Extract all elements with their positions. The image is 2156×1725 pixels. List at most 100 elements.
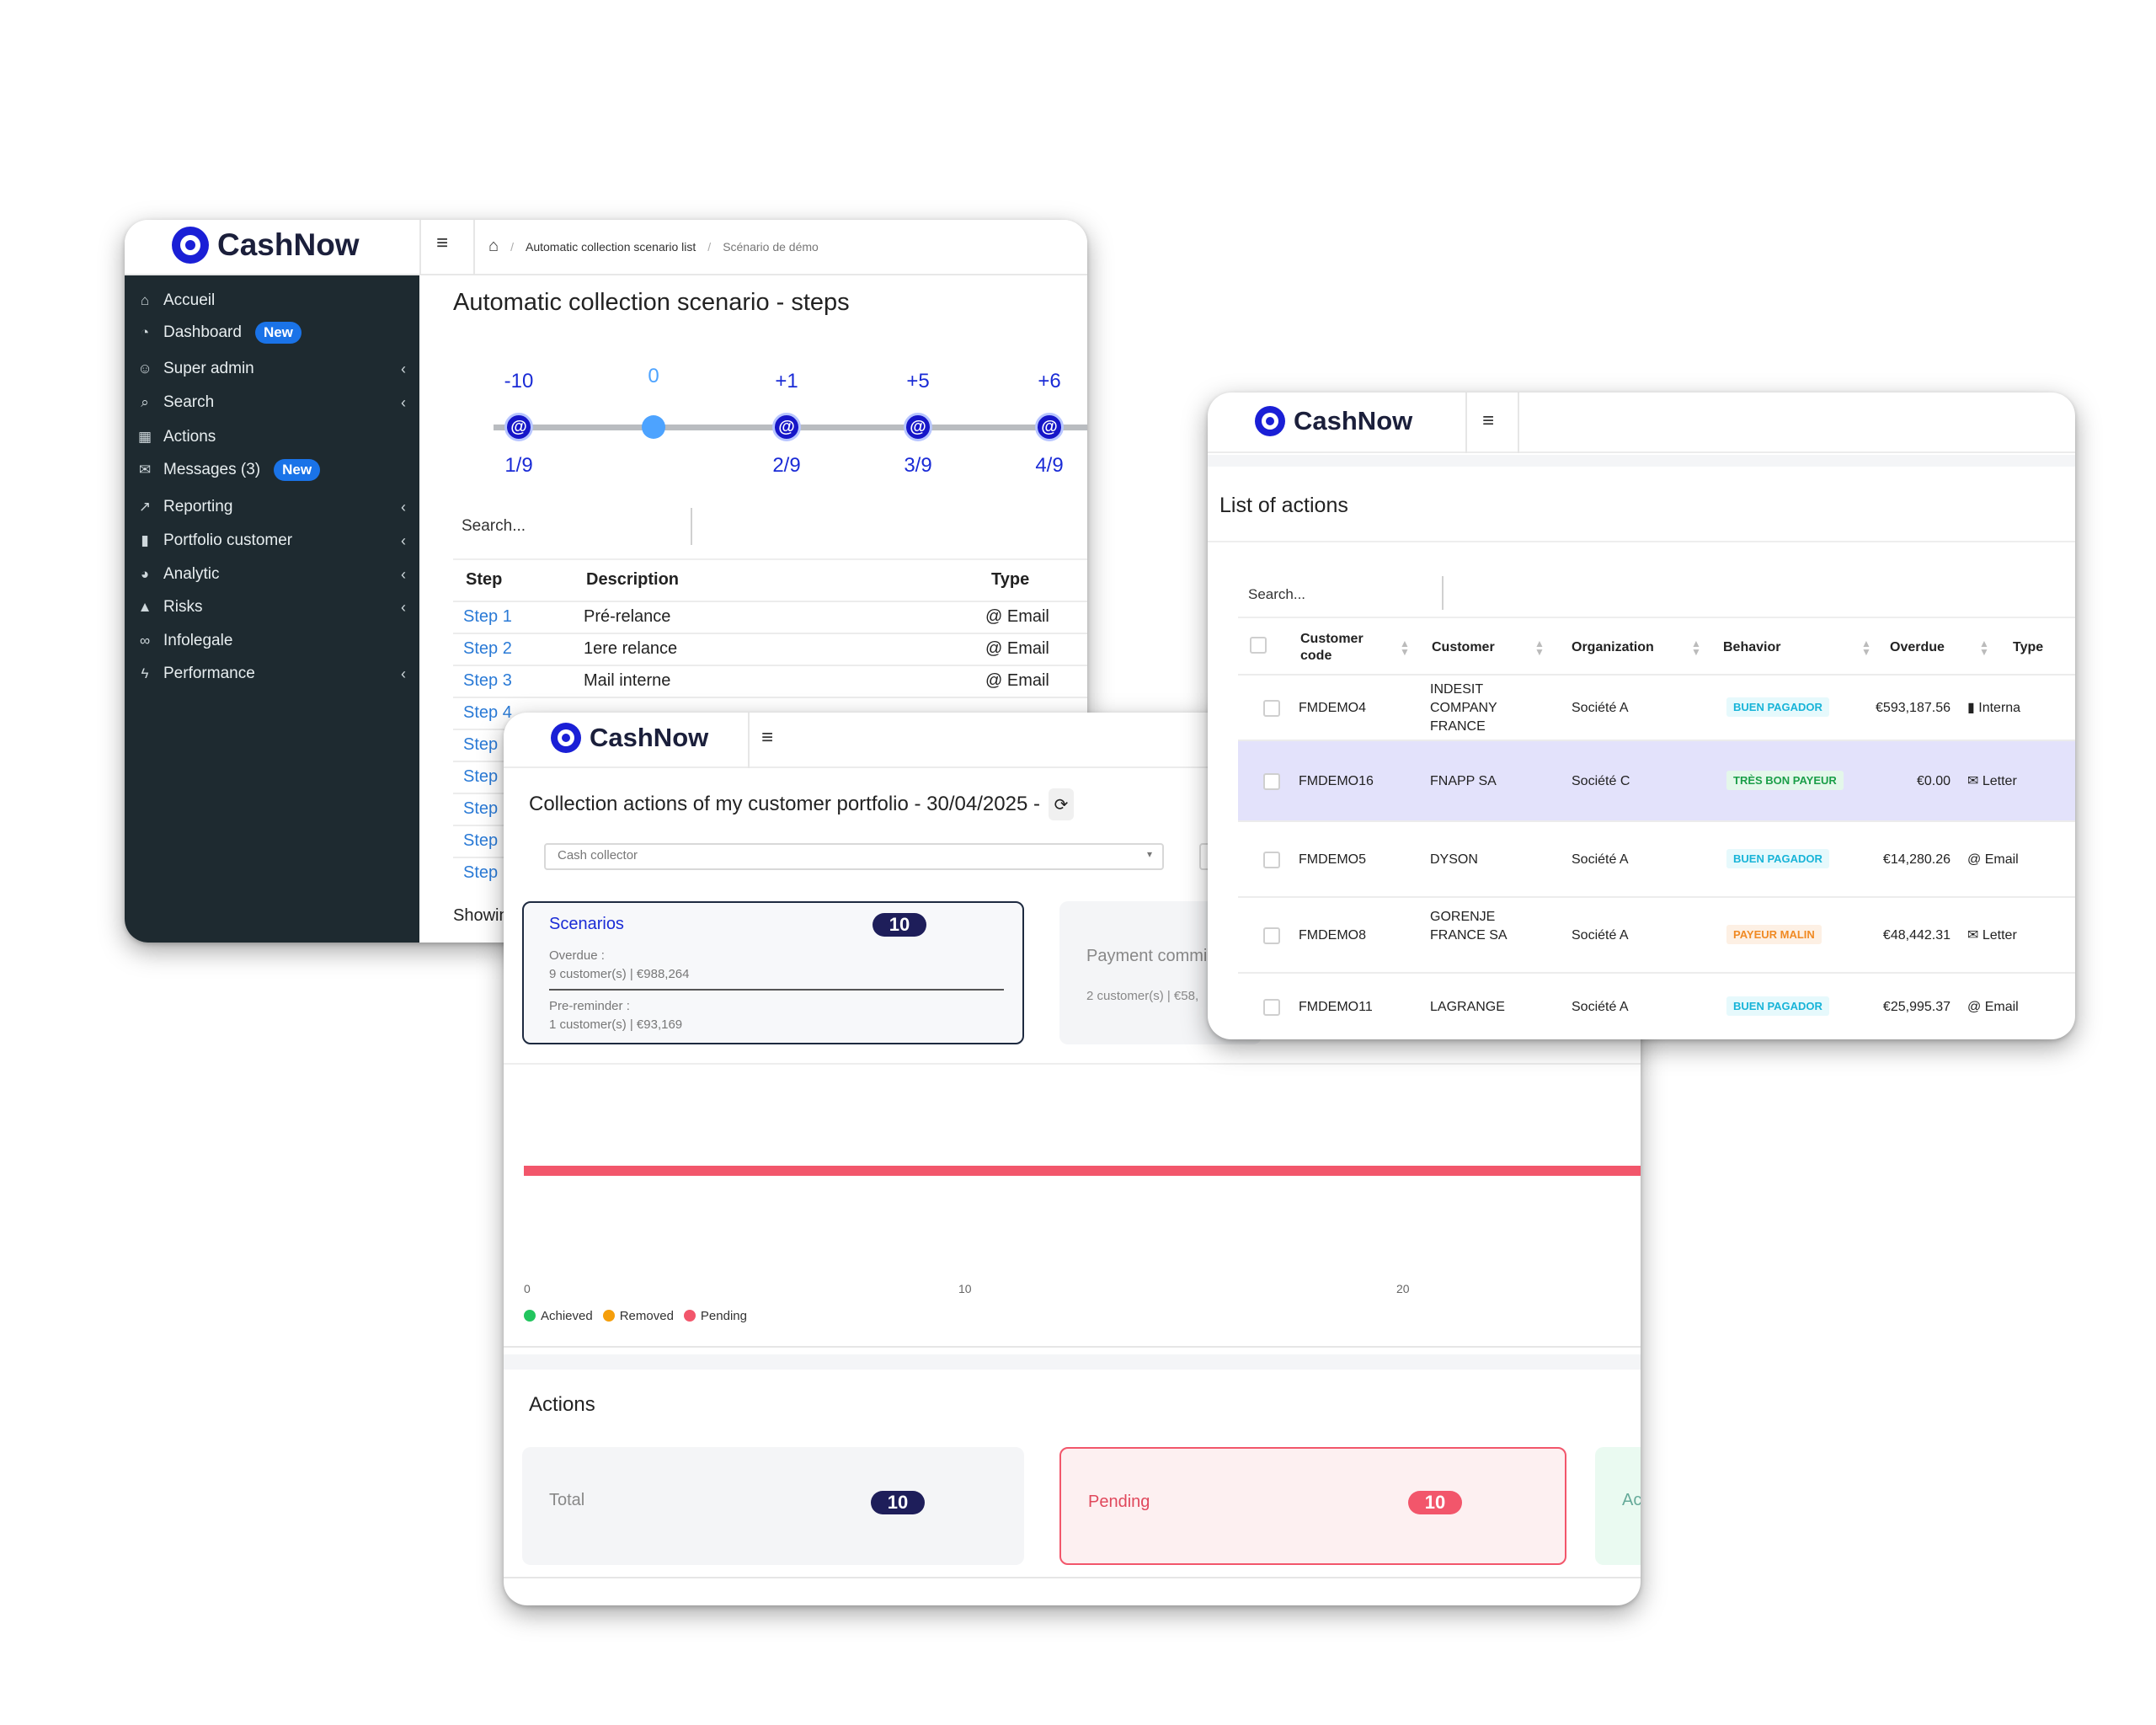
at-email-icon[interactable]: @ <box>504 413 533 441</box>
step-link[interactable]: Step <box>463 767 498 787</box>
column-header-behavior[interactable]: Behavior <box>1723 639 1780 656</box>
sidebar-item-search[interactable]: ⌕ Search ‹ <box>136 387 406 418</box>
timeline-step-label: 2/9 <box>772 454 801 477</box>
at-icon: @ <box>1967 1000 1982 1014</box>
table-row[interactable]: FMDEMO5 DYSON Société A BUEN PAGADOR €14,280… <box>1238 820 2075 896</box>
sidebar-item-analytic[interactable]: ◕ Analytic ‹ <box>136 559 406 590</box>
column-header-type[interactable]: Type <box>2013 639 2043 656</box>
home-icon[interactable]: ⌂ <box>488 237 499 256</box>
table-row[interactable]: FMDEMO11 LAGRANGE Société A BUEN PAGADOR €25… <box>1238 972 2075 1039</box>
actions-section-title: Actions <box>529 1393 595 1416</box>
home-icon: ⌂ <box>140 292 150 308</box>
payment-commitment-value: 2 customer(s) | €58, <box>1086 989 1199 1003</box>
step-link[interactable]: Step <box>463 831 498 851</box>
chevron-left-icon[interactable]: ‹ <box>401 599 406 617</box>
legend-item-pending[interactable]: Pending <box>683 1309 747 1323</box>
timeline-today-marker[interactable] <box>642 415 665 439</box>
hamburger-menu-icon[interactable]: ≡ <box>1482 409 1494 433</box>
search-input[interactable]: Search... <box>1248 586 1305 603</box>
cashnow-logo[interactable]: CashNow <box>172 227 360 264</box>
hamburger-menu-icon[interactable]: ≡ <box>761 726 773 750</box>
organization: Société A <box>1572 928 1629 943</box>
sidebar-item-label: Search <box>163 393 215 411</box>
sidebar-item-accueil[interactable]: ⌂ Accueil <box>136 286 406 316</box>
total-actions-card[interactable]: Total 10 <box>522 1447 1024 1565</box>
divider <box>1465 393 1467 453</box>
row-checkbox[interactable] <box>1263 700 1280 717</box>
chevron-left-icon[interactable]: ‹ <box>401 566 406 584</box>
sidebar-item-portfolio-customer[interactable]: ▮ Portfolio customer ‹ <box>136 526 406 556</box>
at-email-icon[interactable]: @ <box>772 413 801 441</box>
row-checkbox[interactable] <box>1263 852 1280 868</box>
overdue-label: Overdue : <box>549 948 605 963</box>
pending-actions-card[interactable]: Pending 10 <box>1059 1447 1566 1565</box>
step-link[interactable]: Step 2 <box>463 639 512 659</box>
achieved-actions-card[interactable]: Ac <box>1595 1447 1641 1565</box>
bar-pending[interactable] <box>524 1166 1641 1176</box>
sort-icon[interactable]: ▲ ▼ <box>1534 638 1545 657</box>
column-header-overdue[interactable]: Overdue <box>1890 639 1945 656</box>
sort-icon[interactable]: ▲ ▼ <box>1400 638 1410 657</box>
column-header-description[interactable]: Description <box>586 570 679 590</box>
divider <box>1518 393 1519 453</box>
chevron-left-icon[interactable]: ‹ <box>401 499 406 516</box>
chevron-left-icon[interactable]: ‹ <box>401 665 406 683</box>
hamburger-menu-icon[interactable]: ≡ <box>436 232 448 255</box>
chevron-left-icon[interactable]: ‹ <box>401 394 406 412</box>
column-header-customer-code[interactable]: Customer code <box>1300 631 1368 665</box>
overdue-amount: €0.00 <box>1916 774 1951 788</box>
refresh-button[interactable]: ⟳ <box>1048 788 1074 820</box>
cashnow-logo[interactable]: CashNow <box>1255 406 1412 436</box>
sidebar-item-performance[interactable]: ϟ Performance ‹ <box>136 659 407 689</box>
customer-name[interactable]: LAGRANGE <box>1430 998 1511 1017</box>
row-checkbox[interactable] <box>1263 927 1280 944</box>
sort-icon[interactable]: ▲ ▼ <box>1861 638 1871 657</box>
column-header-organization[interactable]: Organization <box>1572 639 1654 656</box>
column-header-type[interactable]: Type <box>991 570 1029 590</box>
divider <box>748 713 750 768</box>
sidebar-item-infolegale[interactable]: ∞ Infolegale <box>136 626 406 656</box>
table-row[interactable]: FMDEMO8 GORENJE FRANCE SA Société A PAYEUR … <box>1238 896 2075 972</box>
select-all-checkbox[interactable] <box>1250 637 1267 654</box>
cash-collector-select[interactable]: Cash collector ▾ <box>544 843 1164 870</box>
column-header-step[interactable]: Step <box>466 570 502 590</box>
column-header-customer[interactable]: Customer <box>1432 639 1495 656</box>
sidebar-item-messages[interactable]: ✉ Messages (3) New <box>136 455 406 485</box>
customer-name[interactable]: INDESIT COMPANY FRANCE <box>1430 681 1511 736</box>
step-link[interactable]: Step 3 <box>463 671 512 691</box>
sort-icon[interactable]: ▲ ▼ <box>1979 638 1989 657</box>
at-email-icon[interactable]: @ <box>904 413 932 441</box>
sidebar-item-risks[interactable]: ▲ Risks ‹ <box>136 592 406 622</box>
table-row[interactable]: Step 3 Mail interne @ Email <box>453 665 1087 697</box>
scenarios-card[interactable]: Scenarios 10 Overdue : 9 customer(s) | €… <box>522 901 1024 1044</box>
table-row[interactable]: Step 1 Pré-relance @ Email <box>453 601 1087 633</box>
step-link[interactable]: Step <box>463 863 498 883</box>
step-link[interactable]: Step 1 <box>463 607 512 627</box>
timeline-offset-label: 0 <box>648 365 659 387</box>
customer-name[interactable]: DYSON <box>1430 851 1511 869</box>
table-row[interactable]: Step 2 1ere relance @ Email <box>453 633 1087 665</box>
at-email-icon[interactable]: @ <box>1035 413 1064 441</box>
step-link[interactable]: Step <box>463 799 498 819</box>
sidebar-item-dashboard[interactable]: ◔ Dashboard New <box>136 318 406 348</box>
sidebar-item-super-admin[interactable]: ☺ Super admin ‹ <box>136 354 406 384</box>
search-input[interactable]: Search... <box>462 517 526 536</box>
table-row[interactable]: FMDEMO4 INDESIT COMPANY FRANCE Société A BU… <box>1238 674 2075 740</box>
table-row[interactable]: FMDEMO16 FNAPP SA Société C TRÈS BON PAYEUR… <box>1238 740 2075 820</box>
customer-name[interactable]: GORENJE FRANCE SA <box>1430 908 1511 945</box>
pie-icon: ◕ <box>140 566 150 582</box>
cashnow-logo[interactable]: CashNow <box>551 723 708 753</box>
chevron-left-icon[interactable]: ‹ <box>401 532 406 550</box>
row-checkbox[interactable] <box>1263 773 1280 790</box>
step-link[interactable]: Step <box>463 735 498 755</box>
legend-item-achieved[interactable]: Achieved <box>524 1309 593 1323</box>
sort-icon[interactable]: ▲ ▼ <box>1691 638 1701 657</box>
chevron-left-icon[interactable]: ‹ <box>401 360 406 378</box>
sidebar-item-actions[interactable]: ▦ Actions <box>136 422 406 452</box>
customer-name[interactable]: FNAPP SA <box>1430 772 1511 791</box>
legend-item-removed[interactable]: Removed <box>602 1309 674 1323</box>
sidebar-item-reporting[interactable]: ↗ Reporting ‹ <box>136 492 406 522</box>
row-checkbox[interactable] <box>1263 999 1280 1016</box>
breadcrumb-item-scenario-list[interactable]: Automatic collection scenario list <box>526 240 696 254</box>
divider <box>504 1063 1641 1065</box>
